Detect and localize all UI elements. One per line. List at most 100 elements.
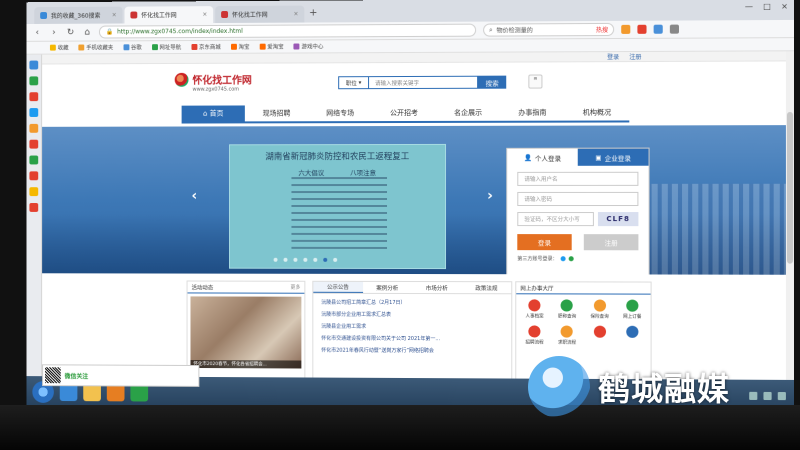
service-item[interactable]: 保险查询 — [583, 299, 616, 319]
sidebar-app-icon[interactable] — [29, 108, 38, 117]
refresh-icon[interactable]: ↻ — [66, 27, 76, 37]
captcha-image[interactable]: CLF8 — [598, 212, 638, 226]
service-item[interactable] — [616, 326, 649, 346]
page-scrollbar[interactable] — [786, 51, 794, 412]
nav-guide[interactable]: 办事指南 — [500, 105, 564, 123]
site-search-button[interactable]: 搜索 — [478, 76, 506, 89]
scrollbar-thumb[interactable] — [787, 112, 793, 264]
carousel-dot-active[interactable] — [323, 258, 327, 262]
bookmark-item[interactable]: 网址导航 — [152, 43, 182, 51]
extension-icon[interactable] — [654, 25, 663, 34]
new-tab-icon[interactable]: + — [306, 6, 320, 20]
password-field[interactable]: 请输入密码 — [517, 192, 638, 206]
news-more-link[interactable]: 更多 — [290, 284, 300, 291]
carousel-dot[interactable] — [313, 258, 317, 262]
extension-icon[interactable] — [637, 25, 646, 34]
carousel-dot[interactable] — [274, 258, 278, 262]
tab-policy[interactable]: 政策法规 — [462, 282, 512, 293]
sidebar-app-icon[interactable] — [29, 156, 38, 165]
insurance-icon — [594, 300, 606, 312]
carousel-dot[interactable] — [303, 258, 307, 262]
notice-item[interactable]: 沅陵县公司招工简章汇总（2月17日） — [321, 299, 503, 307]
search-category-select[interactable]: 职位 ▾ — [338, 76, 368, 89]
news-photo[interactable]: 怀化市2020春节，怀化各省招聘会... — [190, 296, 301, 368]
hot-search-badge[interactable]: 热搜 — [596, 25, 608, 34]
bookmark-item[interactable]: 淘宝 — [231, 43, 250, 51]
register-button[interactable]: 注册 — [584, 234, 639, 250]
browser-tab-active[interactable]: 怀化找工作网 × — [124, 6, 213, 23]
wechat-popup[interactable]: 微信关注 — [42, 364, 199, 387]
tab-notices[interactable]: 公示公告 — [313, 282, 362, 293]
carousel-dot[interactable] — [284, 258, 288, 262]
captcha-field[interactable]: 验证码，不区分大小写 — [517, 212, 594, 226]
qq-icon[interactable] — [561, 256, 566, 261]
service-grid: 人事档案 职称查询 保险查询 网上订餐 招聘流程 求职流程 — [516, 294, 650, 351]
back-icon[interactable]: ‹ — [32, 27, 42, 37]
login-link[interactable]: 登录 — [607, 52, 619, 61]
tab-company-login[interactable]: ▣ 企业登录 — [578, 149, 649, 166]
service-item[interactable]: 职称查询 — [551, 299, 584, 319]
browser-tab[interactable]: 我的收藏_360搜索 × — [34, 7, 122, 24]
sidebar-app-icon[interactable] — [29, 171, 38, 180]
browser-search-box[interactable]: ⌕ 物价检测量的 热搜 — [483, 23, 614, 37]
sidebar-app-icon[interactable] — [29, 124, 38, 133]
tray-icon[interactable] — [749, 392, 757, 400]
site-search-input[interactable]: 请输入搜索关键字 — [368, 76, 478, 89]
sidebar-app-icon[interactable] — [29, 92, 38, 101]
url-field[interactable]: 🔒 http://www.zgx0745.com/index/index.htm… — [99, 24, 476, 39]
service-item[interactable]: 招聘流程 — [518, 325, 550, 345]
tab-market[interactable]: 市场分析 — [412, 282, 462, 293]
sidebar-app-icon[interactable] — [29, 140, 38, 149]
tab-cases[interactable]: 案例分析 — [363, 282, 412, 293]
bookmark-item[interactable]: 谷歌 — [123, 43, 142, 51]
username-field[interactable]: 请输入用户名 — [517, 172, 638, 186]
close-tab-icon[interactable]: × — [202, 11, 207, 18]
nav-companies[interactable]: 名企展示 — [436, 105, 500, 123]
carousel-prev-icon[interactable]: ‹ — [191, 188, 197, 204]
carousel-dot[interactable] — [333, 258, 337, 262]
wechat-icon[interactable] — [569, 256, 574, 261]
sidebar-app-icon[interactable] — [29, 203, 38, 212]
browser-tab[interactable]: 怀化找工作网 × — [215, 6, 304, 23]
tab-personal-login[interactable]: 👤 个人登录 — [507, 149, 578, 166]
carousel-next-icon[interactable]: › — [487, 188, 493, 204]
notice-item[interactable]: 沅陵市部分企业用工需求汇总表 — [321, 311, 503, 319]
bookmark-item[interactable]: 京东商城 — [191, 43, 221, 51]
service-item[interactable]: 网上订餐 — [616, 300, 649, 320]
minimize-icon[interactable]: — — [745, 2, 753, 11]
home-icon[interactable]: ⌂ — [82, 27, 92, 37]
tray-icon[interactable] — [763, 392, 771, 400]
notice-item[interactable]: 怀化市交通建设投资有限公司关于公司 2021年第一... — [321, 335, 503, 343]
notice-item[interactable]: 怀化市2021年春风行动暨“送岗万家行”网络招聘会 — [321, 347, 503, 355]
forward-icon[interactable]: › — [49, 27, 59, 37]
bookmark-item[interactable]: 手机收藏夹 — [78, 43, 113, 51]
bookmark-item[interactable]: 游戏中心 — [294, 42, 324, 50]
advanced-search-icon[interactable]: ▤ — [528, 74, 542, 88]
nav-home[interactable]: ⌂ 首页 — [182, 105, 245, 123]
extension-icon[interactable] — [621, 25, 630, 34]
bookmark-item[interactable]: 爱淘宝 — [259, 43, 283, 51]
login-button[interactable]: 登录 — [517, 234, 571, 250]
bookmark-item[interactable]: 收藏 — [50, 44, 69, 52]
nav-onsite-recruit[interactable]: 现场招聘 — [245, 105, 308, 123]
carousel-slide[interactable]: 湖南省新冠肺炎防控和农民工返程复工 六大倡议 八项注意 — [229, 144, 446, 269]
menu-icon[interactable] — [670, 25, 679, 34]
tray-icon[interactable] — [778, 392, 786, 400]
register-link[interactable]: 注册 — [629, 52, 641, 61]
maximize-icon[interactable]: □ — [763, 2, 771, 11]
close-tab-icon[interactable]: × — [112, 12, 117, 19]
nav-public-exam[interactable]: 公开招考 — [372, 105, 436, 123]
service-item[interactable]: 求职流程 — [551, 326, 584, 346]
sidebar-app-icon[interactable] — [29, 76, 38, 85]
service-item[interactable]: 人事档案 — [518, 299, 550, 319]
nav-online-special[interactable]: 网络专场 — [308, 105, 372, 123]
service-item[interactable] — [583, 326, 616, 346]
sidebar-app-icon[interactable] — [29, 187, 38, 196]
site-logo[interactable]: 怀化找工作网 www.zgx0745.com — [175, 72, 252, 87]
close-window-icon[interactable]: × — [781, 2, 788, 11]
sidebar-app-icon[interactable] — [29, 61, 38, 70]
notice-item[interactable]: 沅陵县企业用工需求 — [321, 323, 503, 331]
close-tab-icon[interactable]: × — [293, 11, 298, 18]
carousel-dot[interactable] — [293, 258, 297, 262]
nav-about[interactable]: 机构概况 — [565, 104, 630, 122]
